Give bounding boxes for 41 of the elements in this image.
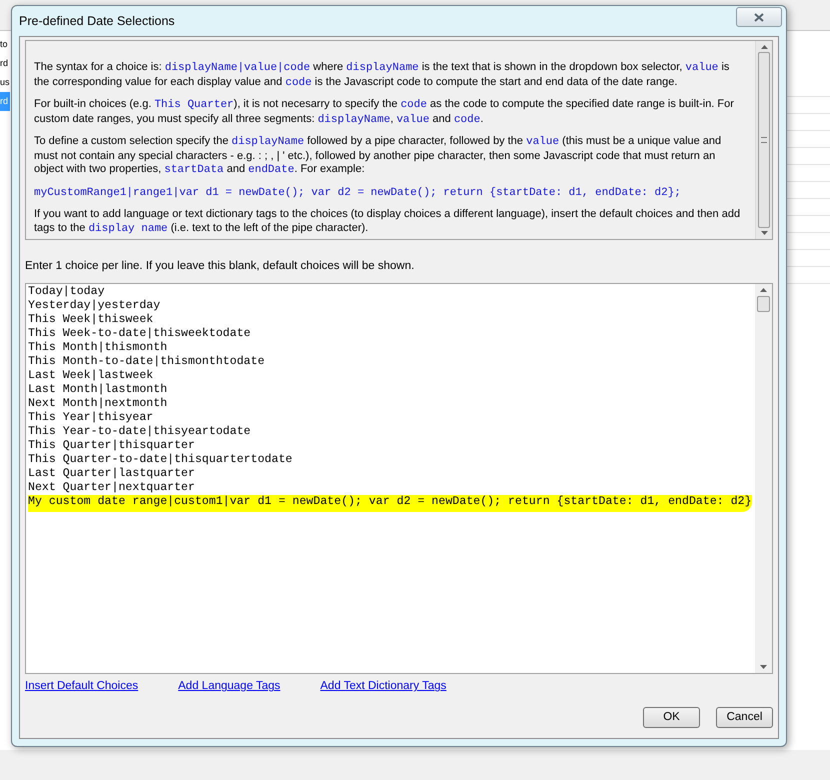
help-paragraph: If you want to add language or text dictionary tags to the choices (to display choices a different language), insert the default choices and then add tags to the display name (i.e. text to the left of the pipe character). [34, 208, 742, 236]
text-area-scrollbar[interactable] [755, 284, 772, 674]
help-scrollbar[interactable] [755, 41, 772, 239]
choice-line: This Month-to-date|thismonthtodate [28, 355, 265, 370]
background-list-item[interactable]: rd [0, 54, 10, 73]
choice-line: Next Quarter|nextquarter [28, 481, 195, 496]
choice-line: Next Month|nextmonth [28, 397, 168, 412]
help-paragraph: The syntax for a choice is: displayName|value|code where displayName is the text that is shown in the dropdown box selector, value is the corresponding value for each display value and code is the Javascript code to compute the start and end data of the date range. [34, 61, 730, 90]
scroll-down-icon[interactable] [760, 665, 767, 670]
link[interactable]: Insert Default Choices [25, 678, 138, 696]
choice-line: This Year-to-date|thisyeartodate [28, 425, 251, 440]
help-paragraph: myCustomRange1|range1|var d1 = newDate(); var d2 = newDate(); return {startDate: d1, endDate: d2}; [34, 186, 682, 200]
choice-line: This Year|thisyear [28, 411, 154, 426]
background-list-item[interactable]: us [0, 73, 10, 92]
choice-line: Last Week|lastweek [28, 369, 154, 384]
ok-button[interactable]: OK [643, 707, 700, 728]
choice-line: This Quarter|thisquarter [28, 439, 195, 454]
scroll-up-icon[interactable] [760, 45, 768, 49]
choice-line: This Week-to-date|thisweektodate [28, 327, 251, 342]
scroll-up-icon[interactable] [760, 288, 767, 292]
choice-line: Last Quarter|lastquarter [28, 467, 195, 482]
close-button[interactable] [736, 7, 782, 27]
close-icon [754, 12, 764, 22]
choice-line: This Week|thisweek [28, 313, 154, 328]
choice-line: This Quarter-to-date|thisquartertodate [28, 453, 292, 468]
choices-text-area[interactable] [25, 283, 773, 674]
scrollbar-thumb[interactable] [758, 52, 770, 228]
background-list-item[interactable]: to [0, 35, 10, 54]
scrollbar-thumb[interactable] [757, 296, 770, 312]
instruction-label: Enter 1 choice per line. If you leave this blank, default choices will be shown. [25, 259, 416, 274]
choice-line: Last Month|lastmonth [28, 383, 168, 398]
choice-line: Yesterday|yesterday [28, 299, 160, 314]
choice-line: This Month|thismonth [28, 341, 168, 356]
link[interactable]: Add Language Tags [178, 678, 280, 696]
link[interactable]: Add Text Dictionary Tags [320, 678, 446, 696]
scroll-down-icon[interactable] [760, 231, 768, 235]
window-title: Pre-defined Date Selections [19, 12, 175, 30]
help-paragraph: For built-in choices (e.g. This Quarter), it is not necesarry to specify the code as the code to compute the specified date range is built-in. For custom date ranges, you must specify all three segments: displayName, value and code. [34, 98, 735, 127]
help-paragraph: To define a custom selection specify the displayName followed by a pipe character, followed by the value (this must be a unique value and must not contain any special characters - e.g. : ; , | ' etc.), followed by another pipe character, then some Javascript code that must return an object with two properties, startData and endDate. For example: [34, 135, 722, 178]
choice-line: Today|today [28, 285, 105, 300]
cancel-button[interactable]: Cancel [716, 707, 773, 728]
